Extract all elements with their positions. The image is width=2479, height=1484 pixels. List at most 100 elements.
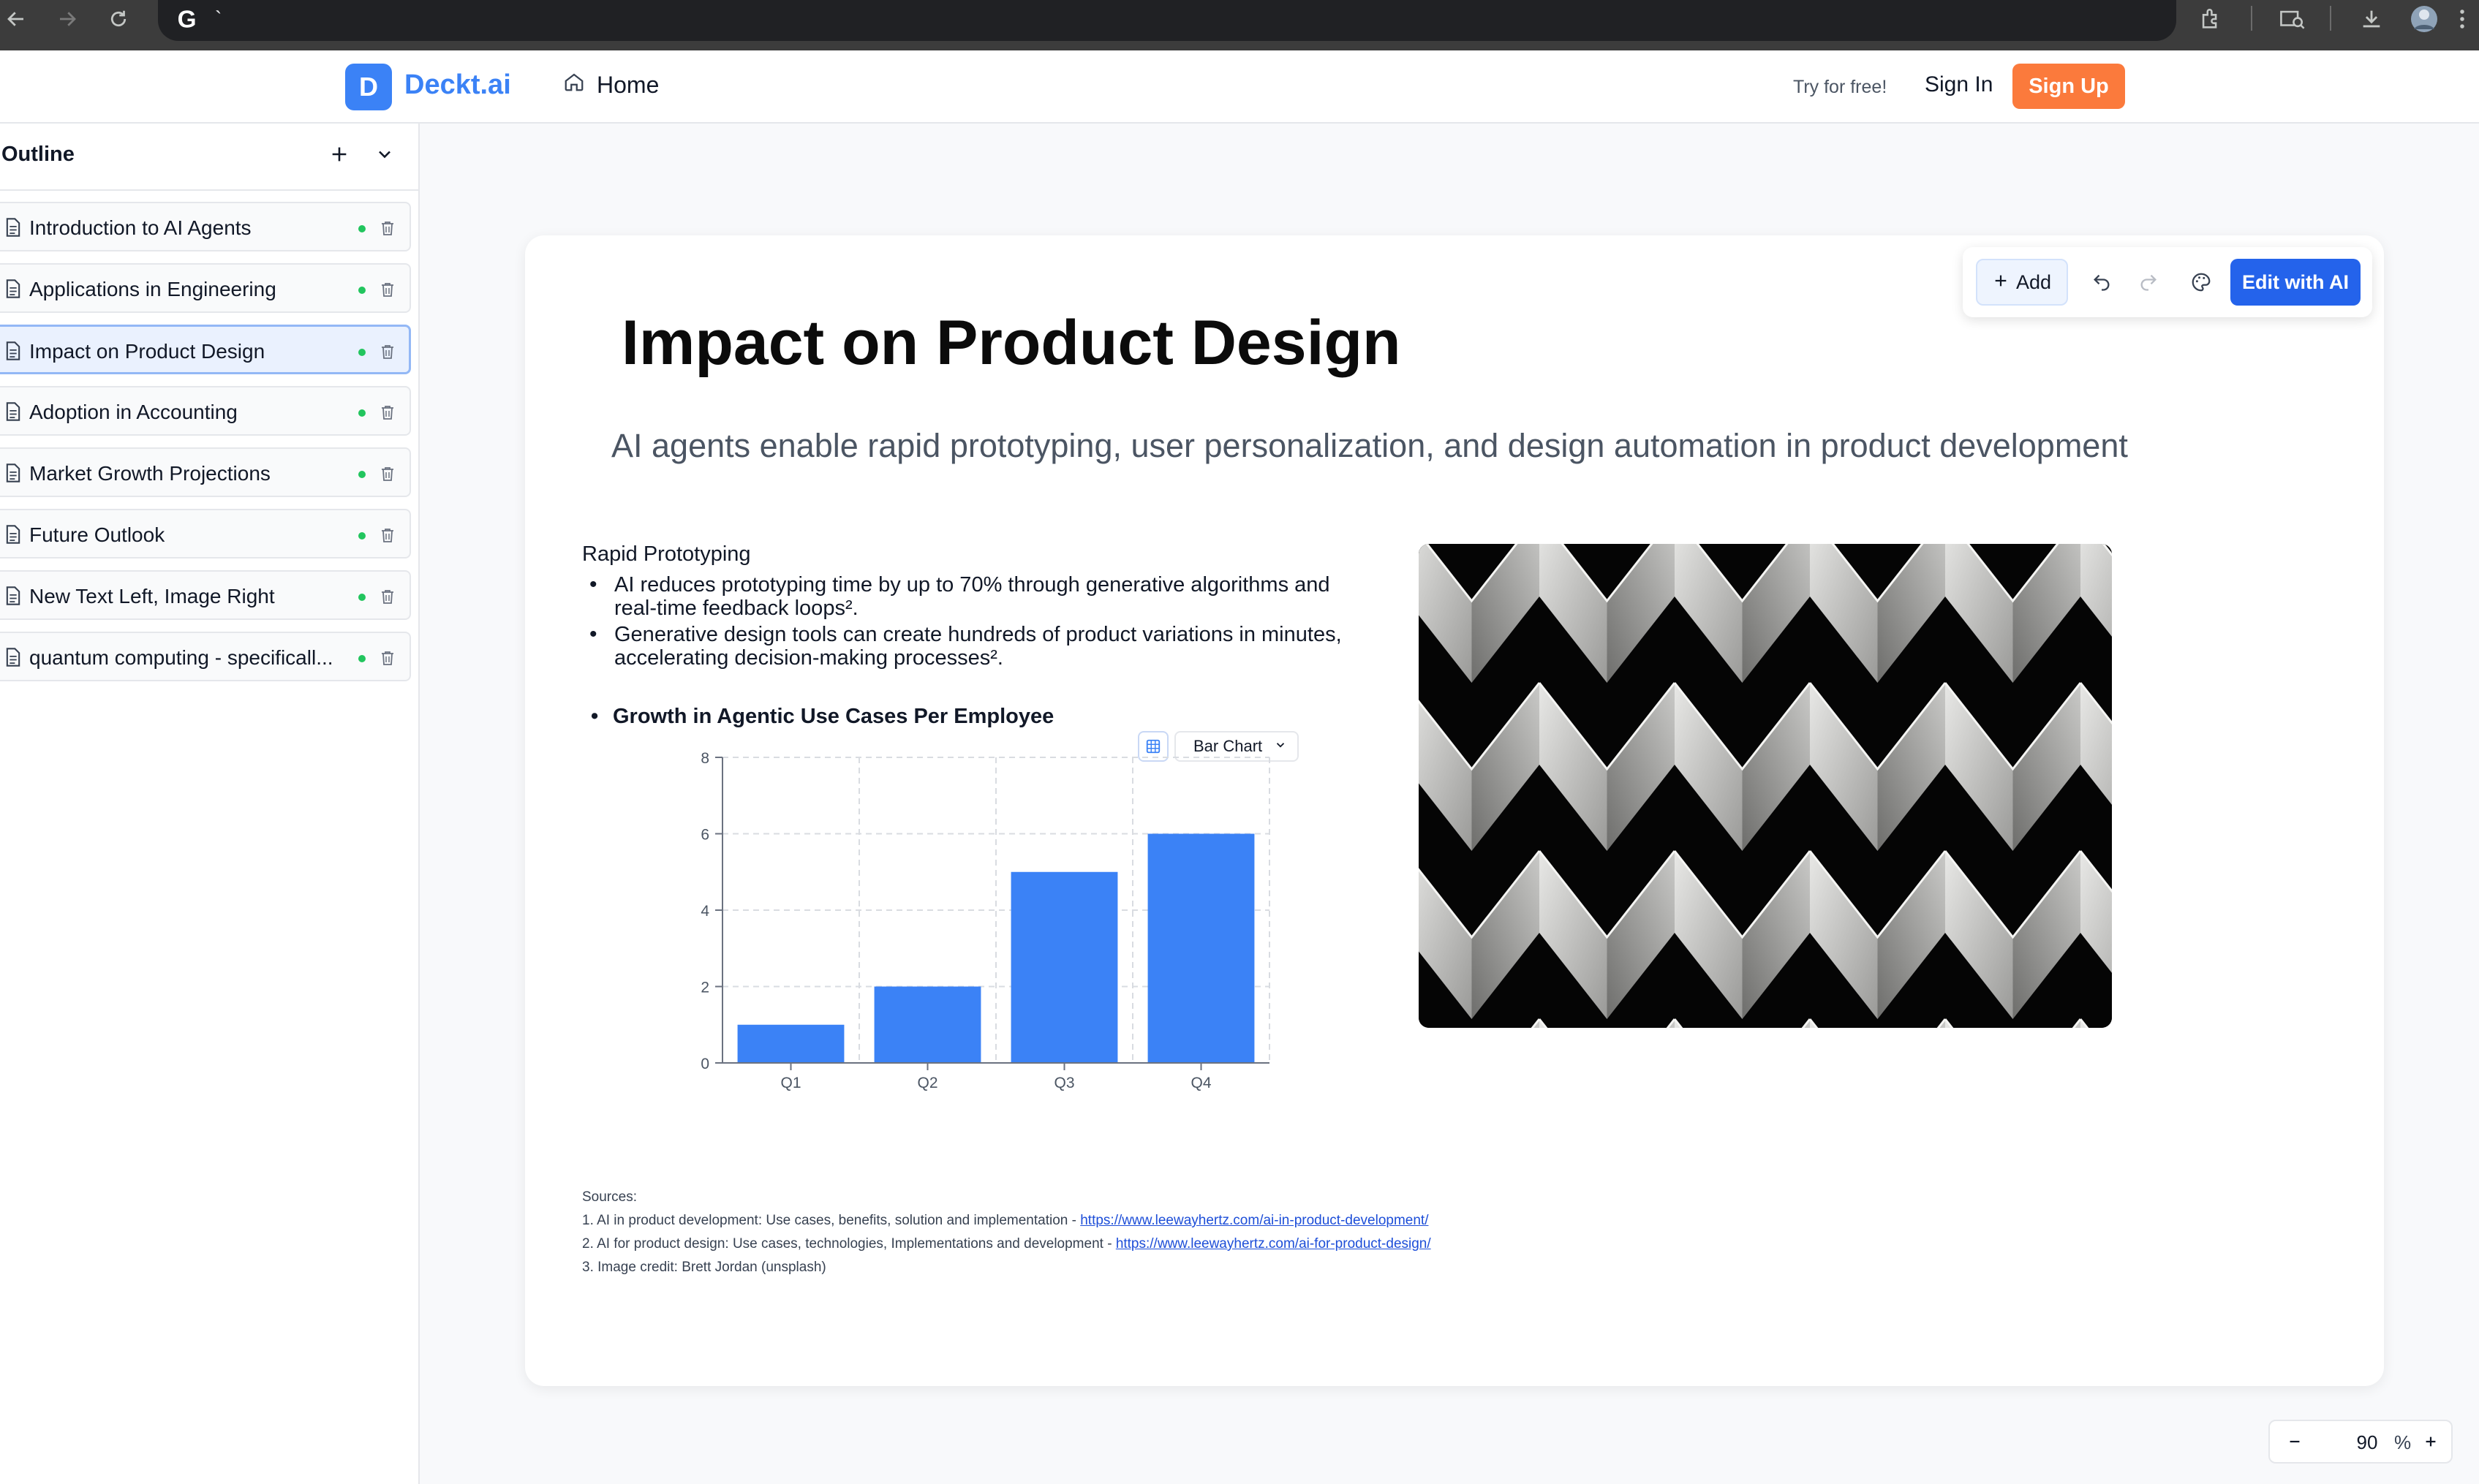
- zoom-out-icon[interactable]: [2280, 1427, 2309, 1456]
- document-icon: [4, 401, 22, 425]
- chart-bar[interactable]: [1147, 833, 1255, 1064]
- menu-kebab-icon[interactable]: [2451, 3, 2473, 35]
- add-element-button[interactable]: Add: [1976, 259, 2068, 306]
- trash-icon[interactable]: [379, 402, 396, 426]
- outline-item[interactable]: Future Outlook: [0, 509, 411, 559]
- outline-item-label: Introduction to AI Agents: [29, 216, 252, 239]
- zoom-value[interactable]: 90: [2342, 1431, 2393, 1454]
- forward-icon[interactable]: [51, 3, 83, 35]
- status-dot: [358, 287, 366, 294]
- google-icon: G: [173, 4, 202, 37]
- address-text: `: [215, 7, 222, 30]
- document-icon: [4, 524, 22, 548]
- document-icon: [4, 463, 22, 487]
- outline-item-label: New Text Left, Image Right: [29, 585, 275, 607]
- document-icon: [4, 217, 22, 241]
- source-item: 2. AI for product design: Use cases, tec…: [582, 1233, 1431, 1256]
- browser-chrome: G `: [0, 0, 2479, 50]
- add-element-label: Add: [2015, 270, 2052, 293]
- add-slide-icon[interactable]: [325, 140, 354, 169]
- trash-icon[interactable]: [379, 586, 396, 610]
- source-item: 1. AI in product development: Use cases,…: [582, 1209, 1431, 1233]
- outline-sidebar: Outline Introduction to AI Agents Applica…: [0, 124, 420, 1484]
- chart-bar[interactable]: [874, 986, 981, 1064]
- source-link[interactable]: https://www.leewayhertz.com/ai-in-produc…: [1080, 1213, 1428, 1228]
- trash-icon[interactable]: [379, 218, 396, 242]
- trash-icon[interactable]: [379, 279, 396, 303]
- trash-icon[interactable]: [379, 463, 396, 488]
- home-icon: [563, 71, 585, 99]
- status-dot: [358, 225, 366, 232]
- status-dot: [358, 655, 366, 662]
- outline-item[interactable]: New Text Left, Image Right: [0, 570, 411, 620]
- status-dot: [358, 532, 366, 540]
- logo-badge[interactable]: D: [345, 64, 392, 110]
- outline-item-label: Future Outlook: [29, 523, 165, 546]
- x-tick-label: Q4: [1191, 1075, 1211, 1091]
- outline-list: Introduction to AI Agents Applications in…: [0, 202, 411, 693]
- zigzag-facade-image: [1419, 544, 2112, 1028]
- bullet-item[interactable]: Generative design tools can create hundr…: [582, 623, 1372, 670]
- plus-icon: [1993, 271, 2009, 294]
- edit-with-ai-button[interactable]: Edit with AI: [2230, 259, 2361, 306]
- sources-heading: Sources:: [582, 1189, 637, 1205]
- sign-in-link[interactable]: Sign In: [1925, 72, 1993, 97]
- back-icon[interactable]: [0, 3, 32, 35]
- outline-item[interactable]: Introduction to AI Agents: [0, 202, 411, 251]
- source-link[interactable]: https://www.leewayhertz.com/ai-for-produ…: [1116, 1236, 1431, 1252]
- app-root: G ` D Deckt.ai Home Try for free! Sign I…: [0, 0, 2479, 1484]
- zoom-unit: %: [2394, 1431, 2412, 1453]
- address-bar[interactable]: G `: [158, 0, 2176, 41]
- chrome-divider: [2330, 6, 2331, 31]
- section-heading[interactable]: Rapid Prototyping: [582, 542, 751, 567]
- download-icon[interactable]: [2353, 3, 2390, 35]
- slide-subtitle[interactable]: AI agents enable rapid prototyping, user…: [611, 427, 2128, 465]
- status-dot: [358, 471, 366, 478]
- outline-item[interactable]: quantum computing - specificall...: [0, 632, 411, 681]
- source-text: 1. AI in product development: Use cases,…: [582, 1213, 1081, 1228]
- bar-chart[interactable]: 0 2 4 6 8 Q1 Q2 Q3 Q4: [658, 743, 1287, 1094]
- slide-title[interactable]: Impact on Product Design: [622, 307, 1401, 379]
- try-free-link[interactable]: Try for free!: [1793, 77, 1887, 98]
- chrome-divider: [2251, 6, 2252, 31]
- chart-heading[interactable]: Growth in Agentic Use Cases Per Employee: [591, 705, 1054, 729]
- app-header: D Deckt.ai Home Try for free! Sign In Si…: [0, 50, 2479, 124]
- home-link[interactable]: Home: [563, 71, 659, 99]
- bullet-item[interactable]: AI reduces prototyping time by up to 70%…: [582, 573, 1372, 620]
- svg-text:G: G: [178, 7, 197, 34]
- outline-item[interactable]: Impact on Product Design: [0, 325, 411, 374]
- trash-icon[interactable]: [379, 648, 396, 672]
- slide-toolbar: Add Edit with AI: [1963, 247, 2372, 317]
- cast-search-icon[interactable]: [2274, 3, 2311, 35]
- outline-title: Outline: [1, 143, 75, 166]
- document-icon: [4, 586, 22, 610]
- outline-item-label: Market Growth Projections: [29, 462, 271, 485]
- y-tick-label: 0: [701, 1056, 709, 1072]
- chart-bar[interactable]: [737, 1024, 845, 1063]
- redo-icon[interactable]: [2135, 269, 2162, 295]
- brand-name[interactable]: Deckt.ai: [404, 69, 511, 101]
- profile-avatar[interactable]: [2406, 3, 2442, 35]
- reload-icon[interactable]: [102, 3, 135, 35]
- undo-icon[interactable]: [2089, 269, 2115, 295]
- bullet-list: AI reduces prototyping time by up to 70%…: [582, 573, 1372, 673]
- outline-item[interactable]: Adoption in Accounting: [0, 386, 411, 436]
- sign-up-button[interactable]: Sign Up: [2012, 64, 2125, 109]
- outline-item-label: Impact on Product Design: [29, 340, 265, 363]
- palette-icon[interactable]: [2188, 269, 2214, 295]
- y-tick-label: 6: [701, 827, 709, 844]
- slide-image[interactable]: [1419, 544, 2112, 1028]
- x-tick-label: Q3: [1054, 1075, 1074, 1091]
- outline-item[interactable]: Applications in Engineering: [0, 263, 411, 313]
- status-dot: [358, 409, 366, 417]
- zoom-in-icon[interactable]: [2416, 1427, 2445, 1456]
- y-tick-label: 4: [701, 903, 709, 920]
- chart-bar[interactable]: [1011, 871, 1118, 1063]
- trash-icon[interactable]: [379, 341, 396, 366]
- document-icon: [4, 341, 22, 365]
- chevron-down-icon[interactable]: [370, 140, 399, 169]
- y-tick-label: 8: [701, 750, 709, 767]
- extensions-icon[interactable]: [2192, 3, 2229, 35]
- outline-item[interactable]: Market Growth Projections: [0, 447, 411, 497]
- trash-icon[interactable]: [379, 525, 396, 549]
